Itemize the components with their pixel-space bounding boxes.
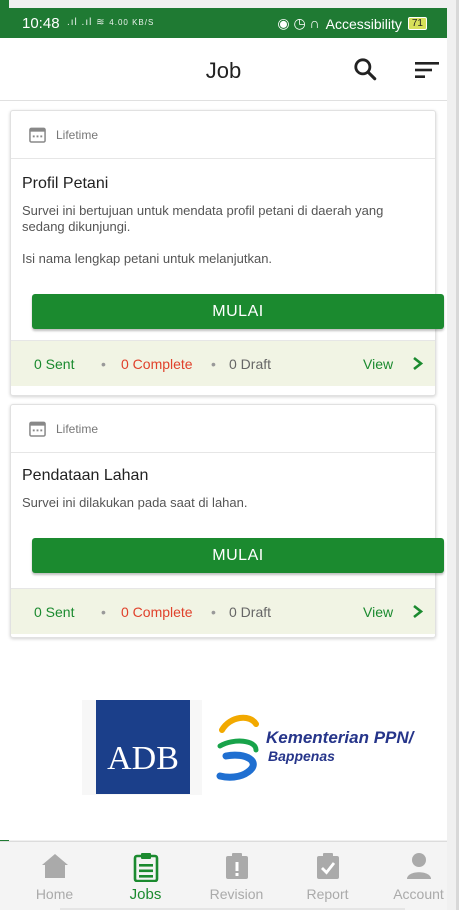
draft-count: 0 Draft: [229, 604, 272, 620]
separator-dot: •: [211, 356, 216, 372]
signal-indicator: .ıl .ıl ≋ 4.00 KB/S: [67, 17, 154, 28]
calendar-icon: [29, 421, 46, 437]
draft-count: 0 Draft: [229, 356, 272, 372]
nav-revision[interactable]: Revision: [192, 842, 281, 910]
bappenas-subname: Bappenas: [268, 748, 335, 764]
job-period: Lifetime: [56, 128, 99, 142]
app-bar: Job: [0, 38, 447, 101]
check-clipboard-icon: [316, 853, 339, 879]
accessibility-label: Accessibility: [325, 15, 402, 32]
job-card[interactable]: Lifetime Profil Petani Survei ini bertuj…: [10, 110, 444, 396]
complete-count: 0 Complete: [121, 356, 193, 372]
nav-home[interactable]: Home: [10, 842, 99, 910]
bappenas-logo: Kementerian PPN/ Bappenas: [202, 682, 439, 814]
start-button[interactable]: MULAI: [32, 538, 444, 573]
bottom-navigation: Home Jobs Revision Report Account: [0, 841, 447, 910]
person-icon: [406, 853, 431, 879]
job-title: Profil Petani: [22, 175, 109, 192]
job-card[interactable]: Lifetime Pendataan Lahan Survei ini dila…: [10, 404, 444, 638]
sent-count: 0 Sent: [34, 356, 75, 372]
bappenas-name: Kementerian PPN/: [266, 728, 414, 747]
nav-label: Revision: [209, 886, 264, 902]
status-icons: ◉ ◷ ∩: [277, 15, 320, 31]
filter-sort-icon[interactable]: [414, 60, 440, 80]
start-button[interactable]: MULAI: [32, 294, 444, 329]
signal-text: .ıl .ıl: [67, 17, 93, 28]
separator-dot: •: [211, 604, 216, 620]
job-stats-footer: 0 Sent • 0 Complete • 0 Draft View: [11, 588, 435, 634]
job-instruction: Isi nama lengkap petani untuk melanjutka…: [22, 251, 273, 266]
job-title: Pendataan Lahan: [22, 467, 149, 484]
home-icon: [41, 854, 68, 878]
complete-count: 0 Complete: [121, 604, 193, 620]
nav-report[interactable]: Report: [283, 842, 372, 910]
battery-indicator: 71: [407, 17, 427, 30]
status-time: 10:48: [22, 15, 60, 32]
wifi-icon: ≋: [96, 17, 106, 28]
nav-label: Account: [393, 886, 444, 902]
job-card-header: Lifetime: [11, 111, 435, 159]
job-stats-footer: 0 Sent • 0 Complete • 0 Draft View: [11, 340, 435, 386]
sent-count: 0 Sent: [34, 604, 75, 620]
separator-dot: •: [101, 356, 106, 372]
chevron-right-icon[interactable]: [411, 604, 425, 619]
clipboard-list-icon: [133, 853, 158, 882]
status-right: ◉ ◷ ∩ Accessibility 71: [277, 15, 427, 32]
status-bar: 10:48 .ıl .ıl ≋ 4.00 KB/S ◉ ◷ ∩ Accessib…: [0, 8, 447, 38]
view-link[interactable]: View: [363, 356, 393, 372]
nav-label: Home: [35, 886, 74, 902]
alert-clipboard-icon: [225, 853, 248, 879]
bappenas-emblem-icon: [216, 714, 259, 781]
job-period: Lifetime: [56, 422, 99, 436]
chevron-right-icon[interactable]: [411, 356, 425, 371]
net-speed: 4.00 KB/S: [109, 18, 155, 27]
separator-dot: •: [101, 604, 106, 620]
job-card-header: Lifetime: [11, 405, 435, 453]
nav-label: Report: [306, 886, 349, 902]
nav-account[interactable]: Account: [374, 842, 459, 910]
job-description: Survei ini dilakukan pada saat di lahan.: [22, 495, 248, 510]
page-title: Job: [205, 58, 242, 83]
job-description: Survei ini bertujuan untuk mendata profi…: [22, 203, 384, 234]
view-link[interactable]: View: [363, 604, 393, 620]
nav-jobs[interactable]: Jobs: [101, 842, 190, 910]
adb-logo: ADB: [96, 700, 190, 794]
calendar-icon: [29, 127, 46, 143]
search-icon[interactable]: [352, 56, 378, 82]
nav-label: Jobs: [129, 886, 162, 903]
